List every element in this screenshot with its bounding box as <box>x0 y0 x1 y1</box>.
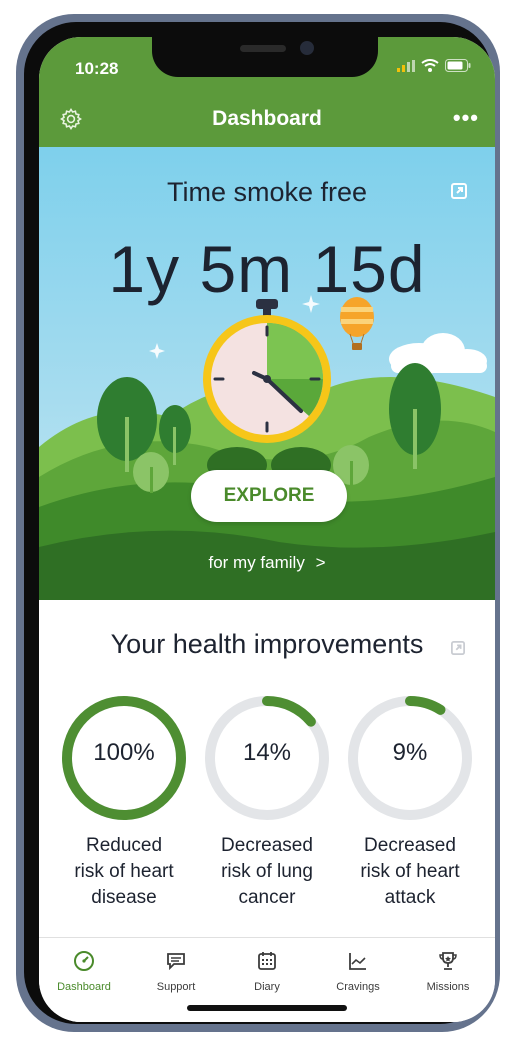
stopwatch-illustration <box>203 299 331 443</box>
open-external-icon[interactable] <box>451 641 465 655</box>
calendar-icon <box>258 952 276 970</box>
status-time: 10:28 <box>75 59 119 78</box>
tab-label: Dashboard <box>57 981 111 993</box>
ring-label-line: Reduced <box>85 835 163 856</box>
health-ring[interactable]: 14% <box>202 693 332 823</box>
tab-missions[interactable]: Missions <box>403 950 493 993</box>
chart-icon <box>349 953 366 970</box>
ring-label-line: cancer <box>238 887 296 908</box>
top-bar: 10:28 Dashboard ••• <box>39 37 495 147</box>
wifi-icon <box>421 59 439 72</box>
health-ring[interactable]: 9% <box>345 693 475 823</box>
tab-label: Support <box>156 981 196 993</box>
for-my-family-link[interactable]: for my family > <box>39 553 495 573</box>
explore-button[interactable]: EXPLORE <box>191 470 347 522</box>
notch <box>152 37 378 77</box>
smoke-free-counter: 1y 5m 15d <box>108 232 426 306</box>
tab-label: Cravings <box>336 981 380 993</box>
chevron-right-icon: > <box>315 553 326 572</box>
speaker <box>240 45 286 52</box>
tab-diary[interactable]: Diary <box>222 950 312 993</box>
ring-label-line: Decreased <box>221 835 313 856</box>
health-ring-label: Decreased risk of heart attack <box>340 833 480 911</box>
tab-label: Diary <box>254 981 280 993</box>
health-ring[interactable]: 100% <box>59 693 189 823</box>
open-external-icon[interactable] <box>451 183 467 199</box>
app-screen: 10:28 Dashboard ••• Time smoke free 1y 5… <box>39 37 495 1022</box>
health-ring-label: Decreased risk of lung cancer <box>197 833 337 911</box>
camera <box>300 41 314 55</box>
tab-dashboard[interactable]: Dashboard <box>39 950 129 993</box>
health-ring-label: Reduced risk of heart disease <box>54 833 194 911</box>
tab-cravings[interactable]: Cravings <box>313 950 403 993</box>
ring-label-line: Decreased <box>364 835 456 856</box>
page-title: Dashboard <box>212 107 322 130</box>
chat-icon <box>167 953 185 971</box>
health-section-title: Your health improvements <box>110 629 424 659</box>
battery-icon <box>445 59 471 72</box>
ring-percent: 100% <box>93 739 155 766</box>
landscape-illustration <box>39 295 495 600</box>
signal-icon <box>397 59 415 72</box>
family-link-label: for my family <box>208 553 305 572</box>
ring-label-line: risk of lung <box>221 861 313 882</box>
status-icons <box>397 59 471 72</box>
ring-label-line: disease <box>91 887 157 908</box>
trophy-icon <box>439 952 457 970</box>
smoke-free-hero: Time smoke free 1y 5m 15d EXPLORE for my… <box>39 147 495 600</box>
tab-support[interactable]: Support <box>131 950 221 993</box>
ring-label-line: risk of heart <box>74 861 174 882</box>
home-indicator <box>187 1005 347 1011</box>
ring-label-line: attack <box>384 887 436 908</box>
ring-percent: 14% <box>242 739 292 766</box>
tab-label: Missions <box>426 981 470 993</box>
dashboard-icon <box>74 951 94 971</box>
more-options-button[interactable]: ••• <box>453 105 479 131</box>
hero-title: Time smoke free <box>166 177 368 207</box>
ring-label-line: risk of heart <box>360 861 460 882</box>
ring-percent: 9% <box>392 739 428 766</box>
